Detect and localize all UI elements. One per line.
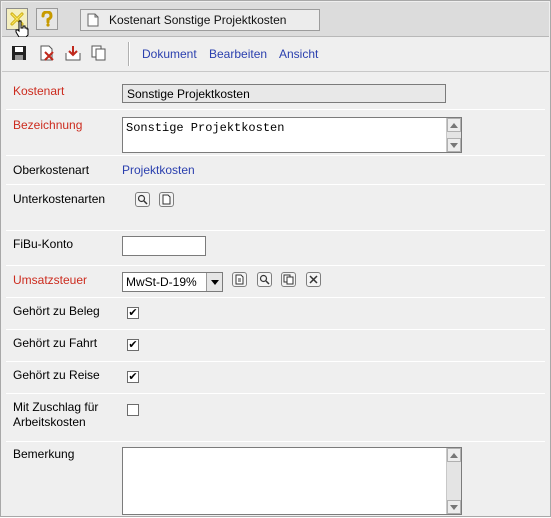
save-icon: [12, 46, 26, 60]
beleg-checkbox[interactable]: ✔: [127, 307, 139, 319]
unterkostenarten-label: Unterkostenarten: [13, 192, 106, 206]
dropdown-button[interactable]: [206, 273, 222, 291]
arrow-down-icon: [450, 142, 458, 148]
kostenart-label: Kostenart: [13, 84, 65, 98]
copy-icon: [91, 45, 106, 61]
bezeichnung-textarea[interactable]: Sonstige Projektkosten: [122, 117, 462, 153]
scroll-down-button[interactable]: [447, 500, 461, 514]
umsatzsteuer-selected: MwSt-D-19%: [126, 275, 197, 289]
save-button[interactable]: [9, 43, 29, 63]
fahrt-checkbox[interactable]: ✔: [127, 339, 139, 351]
document-icon: [235, 274, 244, 285]
bezeichnung-scrollbar[interactable]: [446, 118, 461, 152]
umsatzsteuer-copy-button[interactable]: [281, 272, 296, 287]
tab-title: Kostenart Sonstige Projektkosten: [109, 13, 287, 27]
reise-checkbox[interactable]: ✔: [127, 371, 139, 383]
umsatzsteuer-search-button[interactable]: [257, 272, 272, 287]
copy-button[interactable]: [89, 43, 109, 63]
export-button[interactable]: [63, 43, 83, 63]
toolbar-separator: [128, 42, 130, 66]
row-umsatzsteuer: Umsatzsteuer MwSt-D-19%: [6, 266, 545, 298]
kostenart-field[interactable]: Sonstige Projektkosten: [122, 84, 446, 103]
zuschlag-label-line1: Mit Zuschlag für: [13, 400, 99, 414]
help-icon: [41, 11, 53, 27]
copy-icon: [283, 274, 294, 285]
umsatzsteuer-clear-button[interactable]: [306, 272, 321, 287]
row-fahrt: Gehört zu Fahrt ✔: [6, 330, 545, 362]
zuschlag-checkbox[interactable]: [127, 404, 139, 416]
bemerkung-label: Bemerkung: [13, 447, 75, 461]
hand-cursor-icon: [15, 20, 29, 38]
menu-dokument[interactable]: Dokument: [142, 47, 197, 61]
row-unterkostenarten: Unterkostenarten: [6, 185, 545, 231]
unterkostenarten-new-button[interactable]: [159, 192, 174, 207]
reise-label: Gehört zu Reise: [13, 368, 100, 382]
row-beleg: Gehört zu Beleg ✔: [6, 298, 545, 330]
delete-button[interactable]: [37, 43, 57, 63]
menu-bearbeiten[interactable]: Bearbeiten: [209, 47, 267, 61]
close-icon: [309, 275, 318, 284]
fahrt-label: Gehört zu Fahrt: [13, 336, 98, 350]
export-icon: [65, 46, 81, 61]
form: Kostenart Sonstige Projektkosten Bezeich…: [6, 75, 545, 518]
umsatzsteuer-open-button[interactable]: [232, 272, 247, 287]
arrow-down-icon: [450, 504, 458, 510]
row-fibu: FiBu-Konto: [6, 231, 545, 266]
umsatzsteuer-label: Umsatzsteuer: [13, 273, 88, 287]
scroll-up-button[interactable]: [447, 448, 461, 462]
bemerkung-textarea[interactable]: [122, 447, 462, 515]
oberkostenart-label: Oberkostenart: [13, 163, 90, 177]
fibu-label: FiBu-Konto: [13, 237, 74, 251]
row-reise: Gehört zu Reise ✔: [6, 362, 545, 394]
help-button[interactable]: [36, 8, 58, 30]
arrow-up-icon: [450, 122, 458, 128]
document-tab[interactable]: Kostenart Sonstige Projektkosten: [80, 9, 320, 31]
scroll-down-button[interactable]: [447, 138, 461, 152]
beleg-label: Gehört zu Beleg: [13, 304, 100, 318]
bezeichnung-text: Sonstige Projektkosten: [126, 121, 285, 135]
bezeichnung-label: Bezeichnung: [13, 118, 83, 132]
row-oberkostenart: Oberkostenart Projektkosten: [6, 156, 545, 185]
row-bemerkung: Bemerkung: [6, 442, 545, 518]
chevron-down-icon: [210, 279, 219, 285]
title-bar: Kostenart Sonstige Projektkosten: [2, 2, 549, 38]
unterkostenarten-search-button[interactable]: [135, 192, 150, 207]
magnifier-icon: [137, 194, 148, 205]
oberkostenart-link[interactable]: Projektkosten: [122, 163, 195, 177]
document-icon: [87, 13, 99, 27]
fibu-input[interactable]: [122, 236, 206, 256]
scroll-up-button[interactable]: [447, 118, 461, 132]
umsatzsteuer-select[interactable]: MwSt-D-19%: [122, 272, 223, 292]
toolbar: Dokument Bearbeiten Ansicht: [2, 37, 549, 72]
arrow-up-icon: [450, 452, 458, 458]
row-kostenart: Kostenart Sonstige Projektkosten: [6, 75, 545, 110]
row-zuschlag: Mit Zuschlag für Arbeitskosten: [6, 394, 545, 442]
window-frame: Kostenart Sonstige Projektkosten Dokumen…: [0, 0, 551, 517]
menu-ansicht[interactable]: Ansicht: [279, 47, 318, 61]
new-document-icon: [162, 194, 171, 205]
row-bezeichnung: Bezeichnung Sonstige Projektkosten: [6, 110, 545, 156]
magnifier-icon: [259, 274, 270, 285]
delete-document-icon: [40, 45, 54, 61]
zuschlag-label-line2: Arbeitskosten: [13, 415, 86, 429]
bemerkung-scrollbar[interactable]: [446, 448, 461, 514]
